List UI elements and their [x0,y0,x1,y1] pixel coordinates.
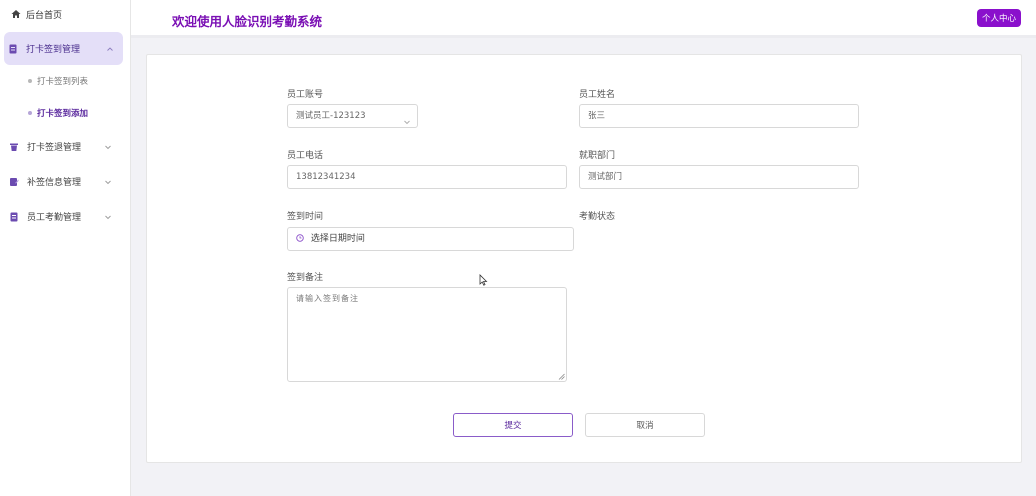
employee-account-label: 员工账号 [287,90,324,100]
sidebar-item-label: 补签信息管理 [27,178,82,188]
signin-remark-textarea[interactable]: 请输入签到备注 [287,287,567,382]
employee-name-value: 张三 [588,111,606,121]
sidebar-item-label: 员工考勤管理 [27,213,82,223]
chevron-down-icon [104,213,112,221]
sidebar-subitem-label: 打卡签到添加 [37,109,89,119]
user-center-button[interactable]: 个人中心 [976,9,1021,27]
employee-account-select[interactable]: 测试员工-123123 [287,104,418,128]
chevron-down-icon [403,113,411,125]
department-input[interactable]: 测试部门 [579,165,859,189]
document-icon [8,44,18,54]
edit-icon [9,177,19,187]
top-header: 欢迎使用人脸识别考勤系统 个人中心 [131,0,1036,38]
employee-phone-label: 员工电话 [287,151,324,161]
department-value: 测试部门 [588,172,623,182]
clock-icon [296,229,304,242]
employee-phone-value: 13812341234 [296,172,356,182]
sidebar-item-makeup-management[interactable]: 补签信息管理 [0,164,130,199]
sidebar-item-signout-management[interactable]: 打卡签退管理 [0,129,130,164]
employee-name-label: 员工姓名 [579,90,616,100]
sidebar-home-link[interactable]: 后台首页 [0,0,130,28]
sidebar-item-label: 打卡签退管理 [27,143,82,153]
attendance-status-label: 考勤状态 [579,212,616,222]
mouse-pointer-icon [479,274,489,286]
sidebar-item-signin-management[interactable]: 打卡签到管理 [4,32,123,65]
bullet-dot [28,79,32,83]
form-card: 员工账号 测试员工-123123 员工姓名 张三 员工电话 1381234123… [146,54,1022,463]
sidebar-item-label: 打卡签到管理 [26,45,81,55]
cancel-button[interactable]: 取消 [585,413,705,437]
chevron-down-icon [104,178,112,186]
home-icon [10,9,21,20]
signin-time-picker[interactable]: 选择日期时间 [287,227,574,251]
chevron-up-icon [106,45,114,53]
submit-button[interactable]: 提交 [453,413,573,437]
page-title: 欢迎使用人脸识别考勤系统 [172,14,323,29]
bottom-strip [131,474,1036,496]
employee-phone-input[interactable]: 13812341234 [287,165,567,189]
sidebar-subitem-signin-list[interactable]: 打卡签到列表 [0,65,130,97]
trash-icon [9,142,19,152]
sidebar-item-attendance-management[interactable]: 员工考勤管理 [0,199,130,234]
signin-remark-placeholder: 请输入签到备注 [296,294,359,303]
signin-remark-label: 签到备注 [287,273,324,283]
signin-time-placeholder: 选择日期时间 [310,234,365,244]
document-icon [9,212,19,222]
sidebar: 后台首页 打卡签到管理 打卡签到列表 打卡签到添加 打卡签退管理 补签信息管理 [0,0,131,496]
employee-account-value: 测试员工-123123 [296,111,366,121]
department-label: 就职部门 [579,151,616,161]
sidebar-subitem-signin-add[interactable]: 打卡签到添加 [0,97,130,129]
bullet-dot [28,111,32,115]
signin-time-label: 签到时间 [287,212,324,222]
chevron-down-icon [104,143,112,151]
sidebar-subitem-label: 打卡签到列表 [37,77,89,87]
employee-name-input[interactable]: 张三 [579,104,859,128]
resize-grip-icon[interactable] [558,373,565,380]
sidebar-home-label: 后台首页 [26,10,63,21]
